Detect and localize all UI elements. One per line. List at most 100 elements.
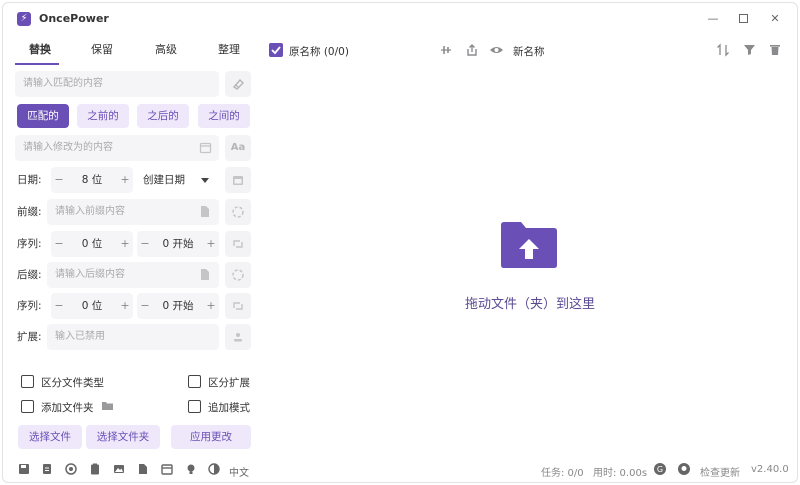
suffix-refresh-button[interactable] [225, 262, 251, 288]
sequence-label: 序列: [17, 238, 42, 250]
document-icon[interactable] [40, 462, 54, 476]
sequence1-start-plus[interactable]: + [203, 231, 219, 257]
sequence2-start-minus[interactable]: − [137, 293, 153, 319]
mode-match-button[interactable]: 匹配的 [17, 104, 69, 128]
file-icon[interactable] [199, 205, 211, 218]
github-icon[interactable] [677, 462, 691, 476]
sequence-row-1: 序列: − 0 位 + − 0 开始 + [15, 231, 251, 257]
match-row: 请输入匹配的内容 [15, 71, 251, 97]
calendar-icon[interactable] [199, 141, 212, 154]
target-icon[interactable] [64, 462, 78, 476]
file-text-icon[interactable] [136, 462, 150, 476]
apply-changes-button[interactable]: 应用更改 [171, 425, 251, 449]
sort-icon[interactable] [716, 43, 730, 57]
tab-keep[interactable]: 保留 [91, 41, 113, 57]
suffix-input[interactable]: 请输入后缀内容 [47, 262, 219, 288]
title-bar: ⚡ OncePower — ✕ [3, 3, 797, 35]
date-digits-minus[interactable]: − [51, 167, 67, 193]
folder-upload-icon [501, 222, 557, 268]
sequence1-digits-minus[interactable]: − [51, 231, 67, 257]
sequence-row-2: 序列: − 0 位 + − 0 开始 + [15, 293, 251, 319]
theme-toggle-icon[interactable] [207, 462, 221, 476]
replace-row: 请输入修改为的内容 Aa [15, 135, 251, 161]
tab-bar: 替换 保留 高级 整理 [15, 41, 250, 65]
sequence1-digits-value: 0 位 [81, 238, 103, 250]
case-sensitive-button[interactable]: Aa [225, 135, 251, 161]
close-button[interactable]: ✕ [765, 10, 785, 28]
extension-label: 扩展: [17, 331, 42, 343]
image-icon[interactable] [112, 462, 126, 476]
sequence2-start-stepper[interactable]: − 0 开始 + [137, 293, 219, 319]
date-insert-button[interactable] [225, 167, 251, 193]
prefix-row: 前缀: 请输入前缀内容 [15, 199, 251, 225]
mode-between-button[interactable]: 之间的 [198, 104, 250, 128]
sequence1-digits-stepper[interactable]: − 0 位 + [51, 231, 133, 257]
active-tab-indicator [15, 63, 59, 65]
select-files-button[interactable]: 选择文件 [18, 425, 82, 449]
sequence1-start-minus[interactable]: − [137, 231, 153, 257]
sequence1-digits-plus[interactable]: + [117, 231, 133, 257]
sequence2-digits-value: 0 位 [81, 300, 103, 312]
replace-input[interactable]: 请输入修改为的内容 [15, 135, 219, 161]
sequence2-digits-plus[interactable]: + [117, 293, 133, 319]
sequence1-start-stepper[interactable]: − 0 开始 + [137, 231, 219, 257]
date-digits-stepper[interactable]: − 8 位 + [51, 167, 133, 193]
sequence2-start-plus[interactable]: + [203, 293, 219, 319]
append-mode-label: 追加模式 [208, 402, 250, 414]
match-mode-group: 匹配的 之前的 之后的 之间的 [15, 104, 251, 130]
check-update-link[interactable]: 检查更新 [700, 464, 740, 479]
select-all-checkbox[interactable] [269, 43, 283, 57]
trash-icon[interactable] [769, 43, 781, 56]
sequence2-digits-minus[interactable]: − [51, 293, 67, 319]
tab-replace[interactable]: 替换 [29, 41, 51, 57]
add-folder-label: 添加文件夹 [41, 402, 94, 414]
date-digits-plus[interactable]: + [117, 167, 133, 193]
clipboard-icon[interactable] [88, 462, 102, 476]
mode-before-button[interactable]: 之前的 [77, 104, 129, 128]
sequence2-start-value: 0 开始 [162, 300, 194, 312]
select-folder-button[interactable]: 选择文件夹 [86, 425, 160, 449]
prefix-input[interactable]: 请输入前缀内容 [47, 199, 219, 225]
date-type-value: 创建日期 [143, 174, 185, 186]
drop-zone[interactable]: 拖动文件（夹）到这里 [261, 65, 797, 457]
filter-icon[interactable] [743, 43, 756, 56]
eye-icon[interactable] [489, 43, 504, 57]
extension-input[interactable]: 输入已禁用 [47, 324, 219, 350]
cycle-icon [233, 302, 243, 310]
tab-advanced[interactable]: 高级 [155, 41, 177, 57]
sequence1-start-value: 0 开始 [162, 238, 194, 250]
distinguish-extension-label: 区分扩展 [208, 377, 250, 389]
date-label: 日期: [17, 174, 42, 186]
distinguish-file-type-checkbox[interactable] [21, 375, 34, 388]
language-switch[interactable]: 中文 [229, 464, 249, 479]
calendar-icon [233, 176, 243, 185]
refresh-icon [232, 206, 244, 218]
sequence2-toggle-button[interactable] [225, 293, 251, 319]
share-icon[interactable] [465, 43, 479, 57]
waveform-icon[interactable] [439, 43, 453, 57]
lightbulb-icon[interactable] [184, 462, 198, 476]
app-logo-icon: ⚡ [17, 12, 31, 26]
calendar-icon[interactable] [160, 462, 174, 476]
maximize-icon [738, 14, 748, 23]
suffix-row: 后缀: 请输入后缀内容 [15, 262, 251, 288]
match-input[interactable]: 请输入匹配的内容 [15, 71, 219, 97]
sequence1-toggle-button[interactable] [225, 231, 251, 257]
gitee-icon[interactable]: G [653, 462, 667, 476]
extension-button[interactable] [225, 324, 251, 350]
distinguish-extension-checkbox[interactable] [188, 375, 201, 388]
maximize-button[interactable] [733, 10, 753, 28]
save-icon[interactable] [17, 462, 31, 476]
action-row: 选择文件 选择文件夹 应用更改 [15, 425, 251, 451]
append-mode-checkbox[interactable] [188, 400, 201, 413]
tab-organize[interactable]: 整理 [218, 41, 240, 57]
prefix-refresh-button[interactable] [225, 199, 251, 225]
add-folder-checkbox[interactable] [21, 400, 34, 413]
mode-after-button[interactable]: 之后的 [137, 104, 189, 128]
elapsed-time: 用时: 0.00s [593, 468, 648, 479]
eraser-button[interactable] [225, 71, 251, 97]
sequence2-digits-stepper[interactable]: − 0 位 + [51, 293, 133, 319]
minimize-button[interactable]: — [703, 10, 723, 28]
date-type-select[interactable]: 创建日期 [143, 167, 213, 193]
file-icon[interactable] [199, 268, 211, 281]
